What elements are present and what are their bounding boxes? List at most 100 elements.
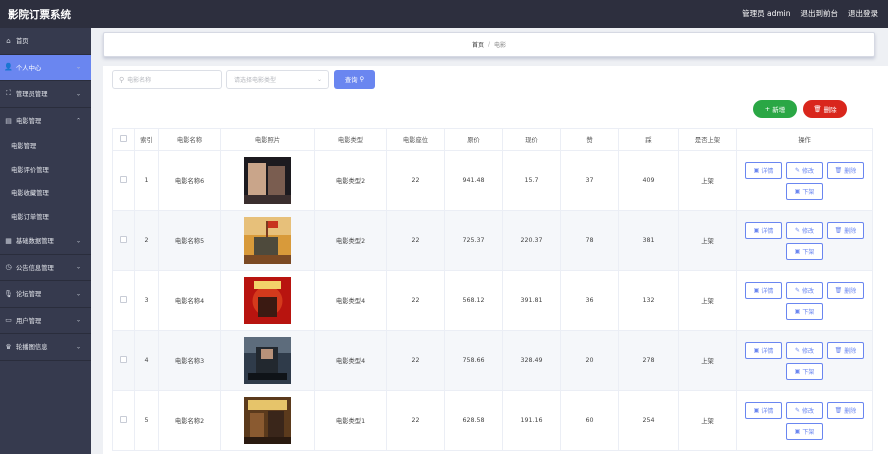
sidebar-item-movie-management[interactable]: ▤ 电影管理 ⌃ <box>0 108 91 135</box>
sidebar-item-users[interactable]: ▭ 用户管理 ⌄ <box>0 308 91 334</box>
submenu-item-movie[interactable]: 电影管理 <box>0 134 91 158</box>
row-checkbox-cell[interactable] <box>112 210 135 271</box>
add-button-label: 新增 <box>772 106 786 114</box>
offshelf-label: 下架 <box>802 188 815 196</box>
doc-icon: ▣ <box>753 346 760 354</box>
movie-name-search-input[interactable]: ⚲ 电影名称 <box>112 70 222 89</box>
delete-button[interactable]: 🗑 删除 <box>827 341 864 359</box>
cell-status: 上架 <box>678 210 737 271</box>
column-header: 是否上架 <box>678 128 737 151</box>
movie-poster-image <box>244 157 291 204</box>
submenu-item-movie-favorite[interactable]: 电影收藏管理 <box>0 181 91 205</box>
chevron-down-icon: ⌄ <box>75 237 81 245</box>
chevron-down-icon: ⌄ <box>75 290 81 298</box>
doc-icon: ▣ <box>794 307 801 315</box>
app-title: 影院订票系统 <box>8 9 71 21</box>
delete-label: 删除 <box>844 167 857 175</box>
column-header: 操作 <box>736 128 873 151</box>
delete-button[interactable]: 🗑 删除 <box>827 281 864 299</box>
edit-button[interactable]: ✎ 修改 <box>786 341 823 359</box>
cell-current-price: 15.7 <box>502 150 561 211</box>
offshelf-button[interactable]: ▣ 下架 <box>786 362 823 380</box>
delete-button[interactable]: 🗑 删除 <box>827 221 864 239</box>
trash-icon: 🗑 <box>834 286 843 294</box>
logout-link[interactable]: 退出登录 <box>848 8 878 19</box>
chevron-up-icon: ⌃ <box>75 117 81 125</box>
cell-status: 上架 <box>678 270 737 331</box>
cell-index: 1 <box>134 150 159 211</box>
checkbox[interactable] <box>120 236 127 243</box>
edit-button[interactable]: ✎ 修改 <box>786 281 823 299</box>
user-icon: 👤 <box>4 63 13 72</box>
delete-button[interactable]: 🗑 删除 <box>827 401 864 419</box>
pencil-icon: ✎ <box>794 406 800 414</box>
movie-type-select[interactable]: 请选择电影类型 ⌄ <box>226 70 329 89</box>
column-header: 电影照片 <box>220 128 315 151</box>
offshelf-label: 下架 <box>802 428 815 436</box>
add-button[interactable]: + 新增 <box>753 100 797 118</box>
detail-button[interactable]: ▣ 详情 <box>745 281 782 299</box>
checkbox[interactable] <box>120 416 127 423</box>
row-checkbox-cell[interactable] <box>112 390 135 451</box>
batch-delete-button[interactable]: 🗑 删除 <box>803 100 847 118</box>
edit-button[interactable]: ✎ 修改 <box>786 221 823 239</box>
cell-dislikes: 254 <box>618 390 679 451</box>
detail-button[interactable]: ▣ 详情 <box>745 161 782 179</box>
trash-icon: 🗑 <box>834 166 843 174</box>
edit-button[interactable]: ✎ 修改 <box>786 161 823 179</box>
query-button[interactable]: 查询 ⚲ <box>334 70 375 89</box>
sidebar-item-label: 首页 <box>16 38 29 46</box>
sidebar-item-carousel[interactable]: ♛ 轮播图信息 ⌄ <box>0 334 91 361</box>
doc-icon: ▣ <box>753 286 760 294</box>
cell-poster <box>220 330 315 391</box>
offshelf-label: 下架 <box>802 308 815 316</box>
detail-button[interactable]: ▣ 详情 <box>745 221 782 239</box>
delete-button[interactable]: 🗑 删除 <box>827 161 864 179</box>
submenu-item-movie-order[interactable]: 电影订单管理 <box>0 205 91 229</box>
sidebar-item-forum[interactable]: 🎙 论坛管理 ⌄ <box>0 281 91 308</box>
checkbox[interactable] <box>120 135 127 142</box>
checkbox[interactable] <box>120 356 127 363</box>
cell-seats: 22 <box>386 150 445 211</box>
exit-to-front-link[interactable]: 退出到前台 <box>801 8 839 19</box>
detail-button[interactable]: ▣ 详情 <box>745 401 782 419</box>
table-header-row: 索引 电影名称 电影照片 电影类型 电影座位 原价 现价 赞 踩 是否上架 操作 <box>112 128 873 151</box>
sidebar-item-notice[interactable]: ◷ 公告信息管理 ⌄ <box>0 255 91 281</box>
offshelf-button[interactable]: ▣ 下架 <box>786 242 823 260</box>
cell-name: 电影名称2 <box>158 390 221 451</box>
row-checkbox-cell[interactable] <box>112 330 135 391</box>
pencil-icon: ✎ <box>794 286 800 294</box>
detail-label: 详情 <box>761 287 774 295</box>
checkbox[interactable] <box>120 176 127 183</box>
select-all-checkbox-cell[interactable] <box>112 128 135 151</box>
pencil-icon: ✎ <box>794 346 800 354</box>
delete-label: 删除 <box>844 227 857 235</box>
cell-name: 电影名称4 <box>158 270 221 331</box>
detail-button[interactable]: ▣ 详情 <box>745 341 782 359</box>
current-user-label: 管理员 admin <box>742 9 791 18</box>
cell-seats: 22 <box>386 330 445 391</box>
edit-label: 修改 <box>802 407 815 415</box>
doc-icon: ▣ <box>794 247 801 255</box>
cell-original-price: 628.58 <box>444 390 503 451</box>
delete-label: 删除 <box>844 347 857 355</box>
cell-operations: ▣ 详情 ✎ 修改 🗑 删除 ▣ 下架 <box>736 270 873 331</box>
row-checkbox-cell[interactable] <box>112 270 135 331</box>
breadcrumb-home[interactable]: 首页 <box>472 40 484 49</box>
sidebar-item-personal-center[interactable]: 👤 个人中心 ⌄ <box>0 54 91 81</box>
checkbox[interactable] <box>120 296 127 303</box>
sidebar-item-admin-management[interactable]: ⛶ 管理员管理 ⌄ <box>0 81 91 108</box>
edit-button[interactable]: ✎ 修改 <box>786 401 823 419</box>
sidebar-item-label: 电影管理 <box>16 118 42 126</box>
sidebar-item-home[interactable]: ⌂ 首页 <box>0 28 91 55</box>
submenu-item-movie-review[interactable]: 电影评价管理 <box>0 158 91 182</box>
offshelf-button[interactable]: ▣ 下架 <box>786 182 823 200</box>
sidebar-item-basic-data[interactable]: ▦ 基础数据管理 ⌄ <box>0 228 91 255</box>
trash-icon: 🗑 <box>813 105 822 113</box>
trash-icon: 🗑 <box>834 346 843 354</box>
offshelf-button[interactable]: ▣ 下架 <box>786 422 823 440</box>
search-icon: ⚲ <box>359 76 365 83</box>
row-checkbox-cell[interactable] <box>112 150 135 211</box>
offshelf-button[interactable]: ▣ 下架 <box>786 302 823 320</box>
cell-poster <box>220 210 315 271</box>
